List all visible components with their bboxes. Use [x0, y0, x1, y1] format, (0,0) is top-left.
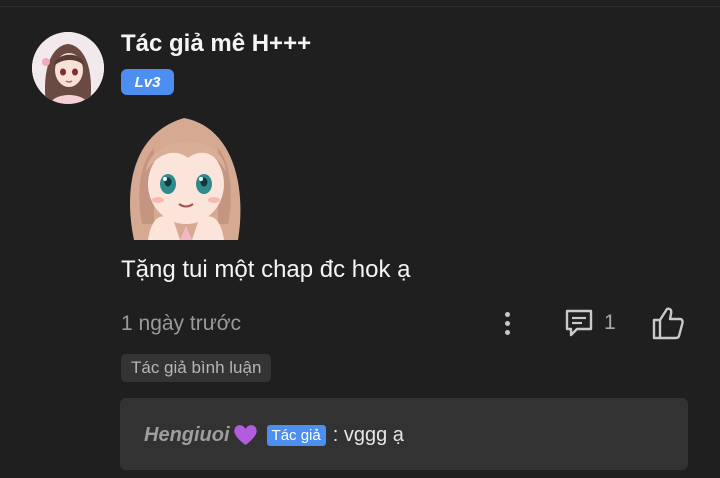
user-avatar[interactable]	[32, 32, 104, 104]
thumbs-up-icon	[652, 307, 684, 340]
username[interactable]: Tác giả mê H+++	[121, 30, 311, 58]
sticker-image	[124, 112, 248, 240]
reply-text: : vggg ạ	[332, 423, 404, 446]
reply-box: Hengiuoi Tác giả : vggg ạ	[120, 398, 688, 470]
level-badge: Lv3	[121, 69, 174, 95]
author-comment-tag: Tác giả bình luận	[121, 354, 272, 382]
reply-count: 1	[604, 311, 616, 334]
comment-icon	[565, 309, 593, 337]
more-options-button[interactable]	[494, 306, 520, 340]
top-divider	[0, 6, 720, 7]
reply-item: Hengiuoi Tác giả : vggg ạ	[144, 423, 404, 447]
purple-heart-icon	[233, 425, 257, 445]
comment-time: 1 ngày trước	[121, 312, 242, 335]
reply-author[interactable]: Hengiuoi	[144, 424, 230, 447]
author-badge: Tác giả	[266, 424, 326, 446]
comment-text: Tặng tui một chap đc hok ạ	[121, 256, 411, 283]
more-vertical-icon	[504, 311, 510, 317]
like-button[interactable]	[650, 304, 686, 342]
reply-button[interactable]: 1	[562, 304, 616, 342]
